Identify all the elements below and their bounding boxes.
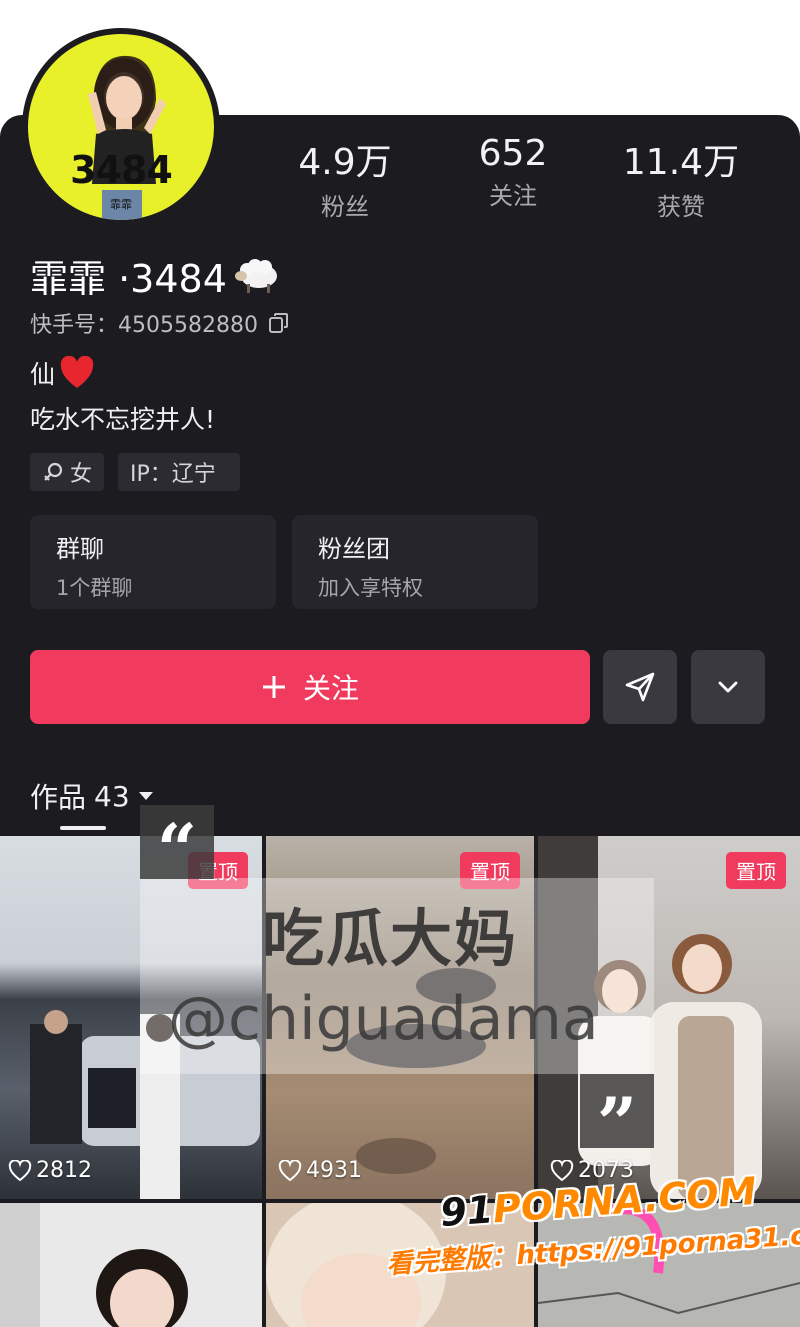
bio-line-1-text: 仙 <box>30 360 56 389</box>
pinned-badge: 置顶 <box>726 852 786 889</box>
tab-works[interactable]: 作品 43 <box>30 776 154 816</box>
send-icon <box>625 672 655 702</box>
heart-outline-icon <box>550 1159 574 1181</box>
card-subtitle: 加入享特权 <box>318 576 423 600</box>
ip-tag-label: IP：辽宁 <box>130 462 216 487</box>
group-chat-card[interactable]: 群聊 1个群聊 <box>30 515 276 609</box>
stat-value: 4.9万 <box>298 142 392 183</box>
watermark-handle: @chiguadama <box>168 984 599 1054</box>
heart-icon <box>60 356 94 388</box>
like-count: 2812 <box>8 1158 92 1183</box>
like-count-value: 2812 <box>36 1158 92 1183</box>
quote-open-icon: “ <box>140 805 214 891</box>
avatar-caption: 霏霏 <box>110 198 132 211</box>
stat-label: 关注 <box>489 182 537 210</box>
ad-logo-prefix: 91 <box>438 1187 495 1235</box>
stat-following[interactable]: 652 关注 <box>433 133 593 211</box>
follow-button[interactable]: 关注 <box>30 650 590 724</box>
caret-down-icon <box>138 792 153 800</box>
thumbnail-image <box>0 1203 188 1327</box>
user-id-text: 快手号：4505582880 <box>30 313 258 338</box>
like-count: 4931 <box>278 1158 362 1183</box>
quote-close-icon: ” <box>580 1074 654 1165</box>
avatar-image: 3484 霏霏 <box>28 34 214 220</box>
female-icon <box>44 462 63 481</box>
stat-label: 获赞 <box>657 193 705 221</box>
bio-line-1: 仙 <box>30 355 95 391</box>
watermark-title: 吃瓜大妈 <box>262 902 519 975</box>
display-name-text: 霏霏 ·3484 <box>30 257 227 301</box>
card-title: 群聊 <box>56 535 104 563</box>
works-label: 作品 <box>30 781 87 814</box>
avatar[interactable]: 3484 霏霏 <box>22 28 220 226</box>
tab-indicator <box>60 826 106 830</box>
heart-outline-icon <box>8 1159 32 1181</box>
stat-label: 粉丝 <box>321 193 369 221</box>
bio-line-2: 吃水不忘挖井人! <box>30 405 216 434</box>
avatar-number: 3484 <box>70 148 173 192</box>
plus-icon <box>262 676 285 698</box>
stat-likes[interactable]: 11.4万 获赞 <box>601 133 761 222</box>
sheep-icon <box>234 258 277 293</box>
gender-tag: 女 <box>30 453 104 491</box>
heart-outline-icon <box>278 1159 302 1181</box>
stat-value: 652 <box>478 133 548 174</box>
gender-tag-label: 女 <box>69 462 92 487</box>
send-message-button[interactable] <box>603 650 677 724</box>
card-title: 粉丝团 <box>318 535 390 563</box>
chevron-down-icon <box>718 681 738 693</box>
stat-followers[interactable]: 4.9万 粉丝 <box>265 133 425 222</box>
card-subtitle: 1个群聊 <box>56 576 133 600</box>
works-count: 43 <box>94 779 130 813</box>
copy-icon[interactable] <box>268 312 290 334</box>
more-options-button[interactable] <box>691 650 765 724</box>
user-id: 快手号：4505582880 <box>30 307 290 339</box>
video-thumbnail[interactable] <box>0 1203 262 1327</box>
like-count-value: 4931 <box>306 1158 362 1183</box>
display-name: 霏霏 ·3484 <box>30 248 281 303</box>
stat-value: 11.4万 <box>622 142 740 183</box>
fan-club-card[interactable]: 粉丝团 加入享特权 <box>292 515 538 609</box>
follow-button-label: 关注 <box>302 672 359 705</box>
ip-tag: IP：辽宁 <box>118 453 240 491</box>
